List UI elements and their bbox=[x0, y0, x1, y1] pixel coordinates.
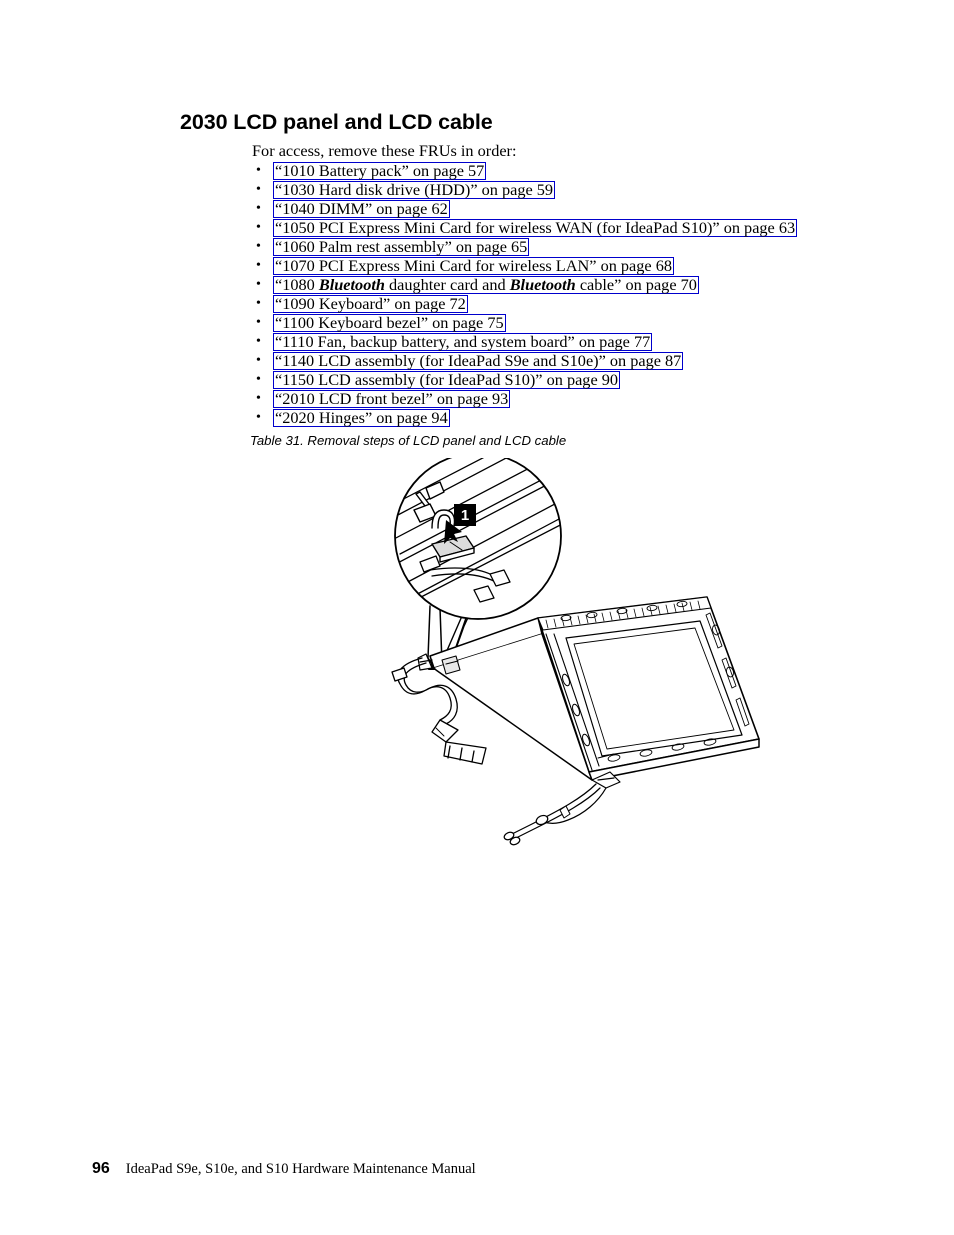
bullet-glyph: • bbox=[256, 220, 261, 235]
callout-badge-label: 1 bbox=[461, 507, 469, 524]
lcd-panel-illustration: 1 bbox=[391, 458, 760, 846]
list-item: • “1060 Palm rest assembly” on page 65 bbox=[252, 237, 852, 256]
cross-reference-link[interactable]: “1070 PCI Express Mini Card for wireless… bbox=[273, 257, 675, 275]
bullet-glyph: • bbox=[256, 410, 261, 425]
bullet-glyph: • bbox=[256, 182, 261, 197]
bullet-glyph: • bbox=[256, 353, 261, 368]
list-item: • “1150 LCD assembly (for IdeaPad S10)” o… bbox=[252, 370, 852, 389]
bullet-glyph: • bbox=[256, 258, 261, 273]
lcd-cable-connector bbox=[441, 655, 461, 675]
intro-text: For access, remove these FRUs in order: bbox=[252, 141, 517, 160]
cross-reference-link[interactable]: “2020 Hinges” on page 94 bbox=[273, 409, 450, 427]
bullet-glyph: • bbox=[256, 315, 261, 330]
cross-reference-link[interactable]: “1080 Bluetooth daughter card and Blueto… bbox=[273, 276, 699, 294]
body-column: For access, remove these FRUs in order: … bbox=[252, 141, 852, 427]
list-item: • “1080 Bluetooth daughter card and Bluet… bbox=[252, 275, 852, 294]
bullet-glyph: • bbox=[256, 201, 261, 216]
bullet-glyph: • bbox=[256, 372, 261, 387]
cross-reference-link[interactable]: “1050 PCI Express Mini Card for wireless… bbox=[273, 219, 798, 237]
list-item: • “2020 Hinges” on page 94 bbox=[252, 408, 852, 427]
bullet-glyph: • bbox=[256, 296, 261, 311]
bullet-glyph: • bbox=[256, 239, 261, 254]
cross-reference-link[interactable]: “1100 Keyboard bezel” on page 75 bbox=[273, 314, 506, 332]
bullet-glyph: • bbox=[256, 277, 261, 292]
fru-removal-list: • “1010 Battery pack” on page 57 • “1030 Ha… bbox=[252, 161, 852, 427]
document-page: 2030 LCD panel and LCD cable For access,… bbox=[0, 0, 954, 1235]
list-item: • “1030 Hard disk drive (HDD)” on page 59 bbox=[252, 180, 852, 199]
list-item: • “1010 Battery pack” on page 57 bbox=[252, 161, 852, 180]
page-title: 2030 LCD panel and LCD cable bbox=[180, 110, 493, 135]
bullet-glyph: • bbox=[256, 391, 261, 406]
list-item: • “1100 Keyboard bezel” on page 75 bbox=[252, 313, 852, 332]
list-item: • “1140 LCD assembly (for IdeaPad S9e and… bbox=[252, 351, 852, 370]
emphasis-text: Bluetooth bbox=[318, 275, 385, 294]
cross-reference-link[interactable]: “1090 Keyboard” on page 72 bbox=[273, 295, 468, 313]
list-item: • “1040 DIMM” on page 62 bbox=[252, 199, 852, 218]
footer-manual-title: IdeaPad S9e, S10e, and S10 Hardware Main… bbox=[125, 1161, 476, 1177]
callout-badge-1: 1 bbox=[454, 504, 476, 526]
cross-reference-link[interactable]: “2010 LCD front bezel” on page 93 bbox=[273, 390, 511, 408]
magnified-detail-view bbox=[394, 458, 562, 620]
cross-reference-link[interactable]: “1150 LCD assembly (for IdeaPad S10)” on… bbox=[273, 371, 621, 389]
bullet-glyph: • bbox=[256, 163, 261, 178]
list-item: • “1050 PCI Express Mini Card for wireles… bbox=[252, 218, 852, 237]
table-caption: Table 31. Removal steps of LCD panel and… bbox=[250, 433, 567, 448]
cross-reference-link[interactable]: “1110 Fan, backup battery, and system bo… bbox=[273, 333, 653, 351]
list-item: • “1110 Fan, backup battery, and system b… bbox=[252, 332, 852, 351]
cross-reference-link[interactable]: “1030 Hard disk drive (HDD)” on page 59 bbox=[273, 181, 556, 199]
footer-page-number: 96 bbox=[92, 1160, 110, 1177]
cross-reference-link[interactable]: “1140 LCD assembly (for IdeaPad S9e and … bbox=[273, 352, 684, 370]
bullet-glyph: • bbox=[256, 334, 261, 349]
list-item: • “2010 LCD front bezel” on page 93 bbox=[252, 389, 852, 408]
cross-reference-link[interactable]: “1040 DIMM” on page 62 bbox=[273, 200, 450, 218]
cross-reference-link[interactable]: “1010 Battery pack” on page 57 bbox=[273, 162, 487, 180]
list-item: • “1090 Keyboard” on page 72 bbox=[252, 294, 852, 313]
list-item: • “1070 PCI Express Mini Card for wireles… bbox=[252, 256, 852, 275]
removal-steps-figure: 1 bbox=[370, 458, 760, 848]
emphasis-text: Bluetooth bbox=[509, 275, 576, 294]
cross-reference-link[interactable]: “1060 Palm rest assembly” on page 65 bbox=[273, 238, 530, 256]
antenna-cables bbox=[503, 783, 607, 846]
page-footer: 96 IdeaPad S9e, S10e, and S10 Hardware M… bbox=[92, 1160, 476, 1178]
